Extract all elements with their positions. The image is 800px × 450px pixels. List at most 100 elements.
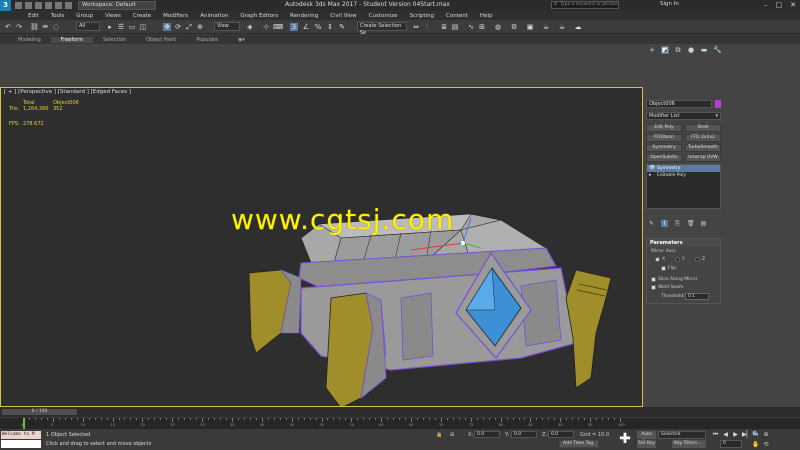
sign-in-link[interactable]: Sign In: [660, 1, 679, 7]
go-to-start-icon[interactable]: ⏮: [712, 431, 719, 439]
opensubdiv-button[interactable]: OpenSubdiv: [646, 154, 682, 162]
motion-tab-icon[interactable]: ●: [687, 46, 695, 54]
symmetry-button[interactable]: Symmetry: [646, 144, 682, 152]
redo-quick-icon[interactable]: [55, 2, 62, 9]
menu-graph-editors[interactable]: Graph Editors: [234, 13, 284, 19]
display-tab-icon[interactable]: ▬: [700, 46, 708, 54]
undo-icon[interactable]: ↶: [4, 23, 12, 31]
snaps-toggle-icon[interactable]: 3: [290, 23, 298, 31]
hierarchy-tab-icon[interactable]: ⧉: [674, 46, 682, 54]
visibility-eye-icon[interactable]: 👁: [649, 165, 655, 172]
app-logo-icon[interactable]: 3: [0, 0, 11, 11]
auto-key-button[interactable]: Auto Key: [637, 431, 656, 445]
playhead[interactable]: [23, 418, 25, 429]
make-unique-icon[interactable]: ⎘: [674, 220, 681, 227]
object-name-input[interactable]: Object006: [646, 100, 712, 108]
menu-tools[interactable]: Tools: [45, 13, 71, 19]
edit-poly-button[interactable]: Edit Poly: [646, 124, 682, 132]
axis-y-radio[interactable]: [675, 257, 680, 262]
undo-quick-icon[interactable]: [45, 2, 52, 9]
a360-render-icon[interactable]: ☁: [574, 23, 582, 31]
minimize-icon[interactable]: –: [764, 1, 768, 9]
stack-item-editable-poly[interactable]: ▸ Editable Poly: [647, 172, 720, 179]
new-file-icon[interactable]: [15, 2, 22, 9]
create-tab-icon[interactable]: +: [648, 46, 656, 54]
tab-object-paint[interactable]: Object Paint: [136, 37, 186, 43]
turbosmooth-button[interactable]: TurboSmooth: [685, 144, 721, 152]
save-file-icon[interactable]: [35, 2, 42, 9]
move-icon[interactable]: ✥: [163, 23, 171, 31]
render-setup-icon[interactable]: ⚙: [510, 23, 518, 31]
percent-snap-icon[interactable]: %: [314, 23, 322, 31]
selection-filter-dropdown[interactable]: All: [76, 22, 100, 31]
bind-space-warp-icon[interactable]: ◌: [52, 23, 60, 31]
placement-icon[interactable]: ⊕: [196, 23, 204, 31]
ribbon-options-icon[interactable]: ◉▾: [228, 37, 255, 43]
add-time-tag-button[interactable]: Add Time Tag: [559, 440, 599, 448]
menu-content[interactable]: Content: [440, 13, 474, 19]
utilities-tab-icon[interactable]: 🔧: [713, 46, 722, 54]
time-slider[interactable]: 0 / 100: [2, 409, 77, 415]
orbit-icon[interactable]: ⟲: [762, 441, 770, 449]
parameters-header[interactable]: Parameters: [647, 239, 720, 247]
menu-modifiers[interactable]: Modifiers: [157, 13, 194, 19]
rectangle-selection-icon[interactable]: ▭: [128, 23, 136, 31]
material-editor-icon[interactable]: ◍: [494, 23, 502, 31]
close-icon[interactable]: ✕: [790, 1, 796, 9]
menu-rendering[interactable]: Rendering: [284, 13, 324, 19]
align-icon[interactable]: ⫶: [423, 23, 431, 31]
workspace-dropdown[interactable]: Workspace: Default: [78, 1, 156, 10]
render-production-icon[interactable]: ☕: [542, 23, 550, 31]
mirror-icon[interactable]: ⇔: [412, 23, 420, 31]
pin-stack-icon[interactable]: ✎: [648, 220, 655, 227]
select-manipulate-icon[interactable]: ⊹: [262, 23, 270, 31]
tab-selection[interactable]: Selection: [93, 37, 136, 43]
project-folder-icon[interactable]: [65, 2, 72, 9]
menu-help[interactable]: Help: [474, 13, 499, 19]
redo-icon[interactable]: ↷: [15, 23, 23, 31]
link-icon[interactable]: ⛓: [30, 23, 39, 31]
modifier-list-dropdown[interactable]: Modifier List: [646, 112, 721, 120]
named-selection-dropdown[interactable]: Create Selection Se: [357, 22, 407, 36]
weld-seam-checkbox[interactable]: [651, 285, 656, 290]
scene-explorer-icon[interactable]: ▤: [451, 23, 459, 31]
menu-group[interactable]: Group: [70, 13, 99, 19]
key-selection-dropdown[interactable]: Selected: [658, 431, 706, 439]
slice-checkbox[interactable]: [651, 277, 656, 282]
lock-selection-icon[interactable]: 🔒: [436, 432, 442, 438]
select-by-name-icon[interactable]: ☰: [117, 23, 125, 31]
menu-edit[interactable]: Edit: [22, 13, 45, 19]
play-icon[interactable]: ▶: [732, 431, 739, 439]
zoom-icon[interactable]: 🔍: [752, 431, 760, 439]
modify-tab-icon[interactable]: ◩: [661, 46, 669, 54]
reference-coordinate-dropdown[interactable]: View: [214, 22, 240, 31]
flip-checkbox[interactable]: [661, 266, 666, 271]
next-frame-icon[interactable]: ▶▏: [742, 431, 751, 439]
axis-x-radio[interactable]: [655, 257, 660, 262]
menu-animation[interactable]: Animation: [194, 13, 234, 19]
expand-arrow-icon[interactable]: ▸: [649, 172, 652, 179]
ffd-2x2x2-button[interactable]: FFD 2x2x2: [685, 134, 721, 142]
previous-frame-icon[interactable]: ◀: [722, 431, 729, 439]
set-key-button[interactable]: Set Key: [637, 440, 656, 448]
add-keyframe-icon[interactable]: ✚: [618, 432, 632, 446]
object-color-swatch[interactable]: [715, 100, 721, 108]
stack-item-symmetry[interactable]: 👁 Symmetry: [647, 165, 720, 172]
maximize-icon[interactable]: □: [776, 1, 783, 9]
maxscript-output[interactable]: [1, 440, 41, 448]
menu-civil-view[interactable]: Civil View: [324, 13, 362, 19]
absolute-mode-icon[interactable]: ⊞: [450, 432, 454, 438]
scale-icon[interactable]: ⤢: [185, 23, 193, 31]
schematic-view-icon[interactable]: ⊞: [478, 23, 486, 31]
chest-model[interactable]: [1, 88, 643, 407]
axis-z-radio[interactable]: [695, 257, 700, 262]
menu-customize[interactable]: Customize: [363, 13, 404, 19]
tab-freeform[interactable]: Freeform: [50, 36, 94, 43]
angle-snap-icon[interactable]: ∠: [302, 23, 310, 31]
rotate-icon[interactable]: ⟳: [174, 23, 182, 31]
open-file-icon[interactable]: [25, 2, 32, 9]
pivot-center-icon[interactable]: ◈: [246, 23, 254, 31]
current-frame-field[interactable]: 0: [720, 440, 742, 448]
tab-populate[interactable]: Populate: [186, 37, 228, 43]
menu-views[interactable]: Views: [99, 13, 127, 19]
